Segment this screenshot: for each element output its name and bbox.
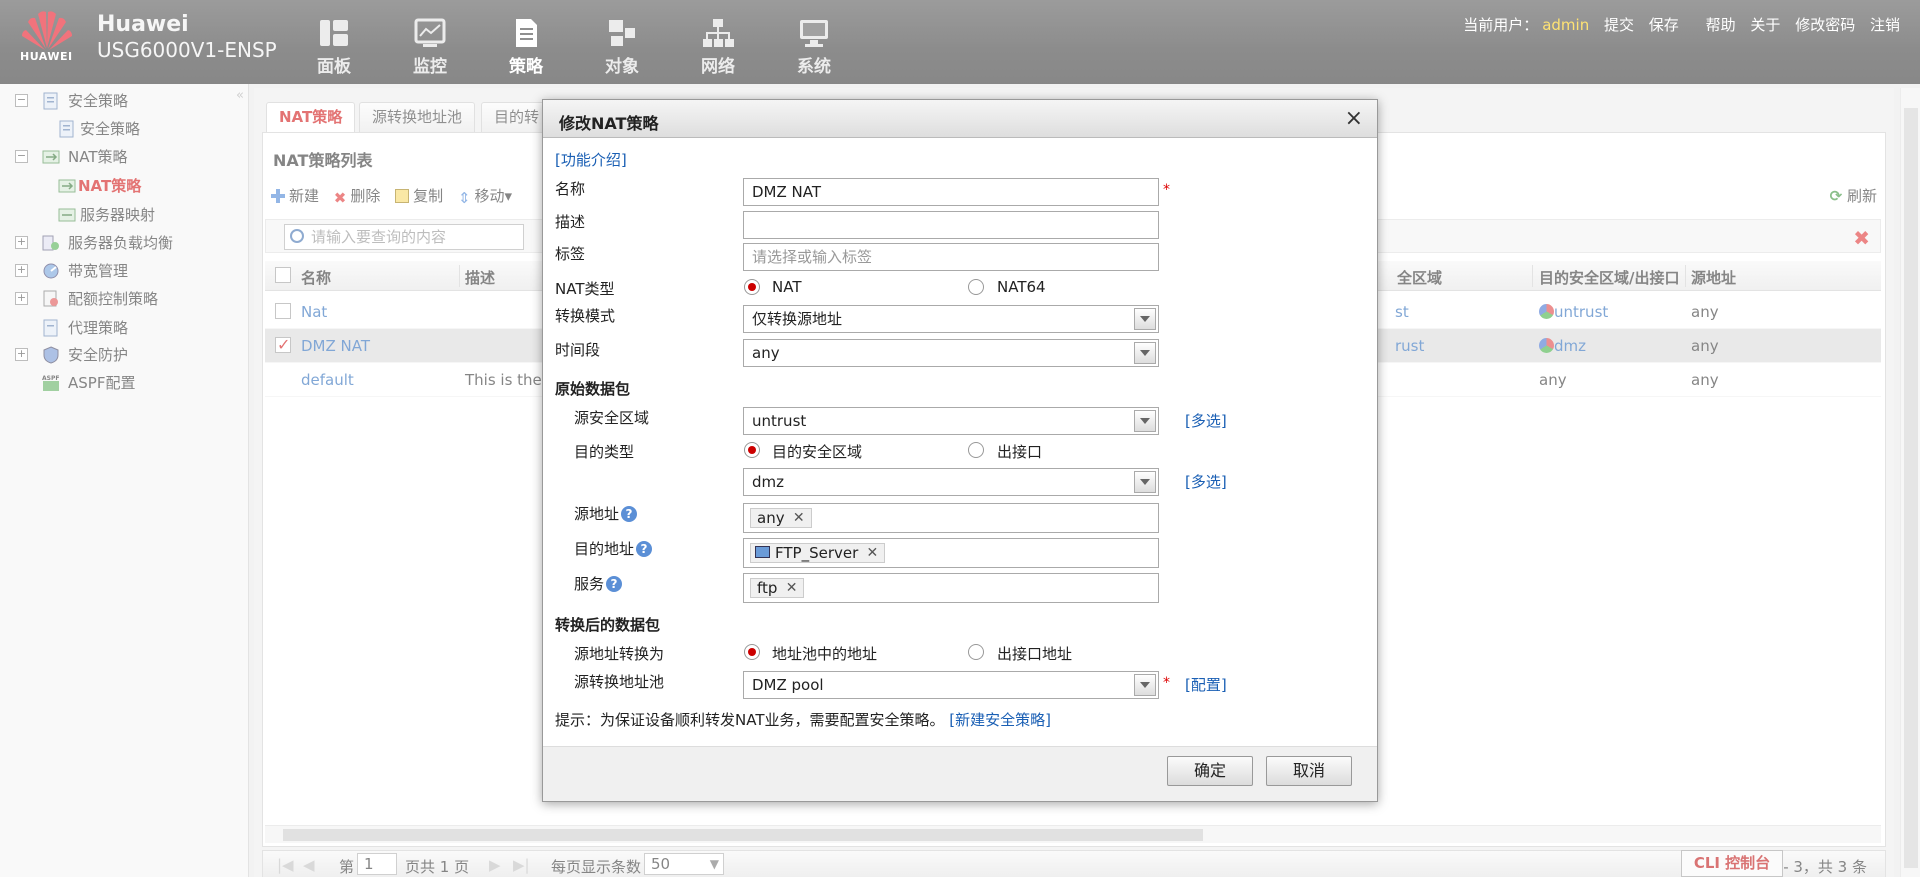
translate-interface-radio[interactable] xyxy=(968,644,984,660)
dst-type-label: 目的类型 xyxy=(574,443,635,461)
nat-type-nat64-label: NAT64 xyxy=(997,278,1046,296)
name-label: 名称 xyxy=(555,180,586,198)
mode-value: 仅转换源地址 xyxy=(752,310,843,328)
nat-type-nat-label: NAT xyxy=(772,278,802,296)
tag-label: 标签 xyxy=(555,245,586,263)
service-tag: ftp ✕ xyxy=(750,578,805,598)
tag-text: any xyxy=(757,509,785,527)
service-label-text: 服务 xyxy=(574,575,605,593)
desc-field[interactable] xyxy=(743,211,1159,239)
src-addr-tag: any ✕ xyxy=(750,508,812,528)
dst-type-zone-radio[interactable] xyxy=(744,442,760,458)
ok-button[interactable]: 确定 xyxy=(1167,756,1253,786)
hint-text: 提示：为保证设备顺利转发NAT业务，需要配置安全策略。 [新建安全策略] xyxy=(555,709,1051,730)
pool-config-link[interactable]: [配置] xyxy=(1185,674,1227,695)
tag-field[interactable]: 请选择或输入标签 xyxy=(743,243,1159,271)
time-select[interactable]: any xyxy=(743,339,1159,367)
src-zone-multi-link[interactable]: [多选] xyxy=(1185,410,1227,431)
post-packet-section: 转换后的数据包 xyxy=(555,616,661,634)
src-zone-value: untrust xyxy=(752,412,807,430)
help-icon[interactable]: ? xyxy=(621,506,638,522)
time-value: any xyxy=(752,344,780,362)
chevron-down-icon xyxy=(1134,471,1156,493)
help-icon[interactable]: ? xyxy=(606,576,623,592)
new-security-policy-link[interactable]: [新建安全策略] xyxy=(949,711,1051,729)
hint-message: 提示：为保证设备顺利转发NAT业务，需要配置安全策略。 xyxy=(555,711,945,729)
mode-select[interactable]: 仅转换源地址 xyxy=(743,305,1159,333)
dst-zone-multi-link[interactable]: [多选] xyxy=(1185,471,1227,492)
dst-addr-label: 目的地址? xyxy=(574,538,653,559)
orig-packet-section: 原始数据包 xyxy=(555,380,631,398)
cancel-button[interactable]: 取消 xyxy=(1266,756,1352,786)
dst-addr-field[interactable]: FTP_Server ✕ xyxy=(743,538,1159,568)
translate-pool-radio[interactable] xyxy=(744,644,760,660)
desc-label: 描述 xyxy=(555,213,586,231)
service-label: 服务? xyxy=(574,573,623,594)
src-addr-label: 源地址? xyxy=(574,503,638,524)
required-mark: * xyxy=(1163,182,1170,198)
nat-type-label: NAT类型 xyxy=(555,280,615,298)
dialog-titlebar: 修改NAT策略 × xyxy=(543,100,1377,138)
dst-type-interface-label: 出接口 xyxy=(997,443,1043,461)
chevron-down-icon xyxy=(1134,410,1156,432)
chevron-down-icon xyxy=(1134,674,1156,696)
time-label: 时间段 xyxy=(555,341,601,359)
pool-label: 源转换地址池 xyxy=(574,673,665,691)
tag-text: ftp xyxy=(757,579,778,597)
remove-tag-icon[interactable]: ✕ xyxy=(867,544,879,562)
chevron-down-icon xyxy=(1134,308,1156,330)
close-icon[interactable]: × xyxy=(1345,106,1363,131)
dst-addr-tag: FTP_Server ✕ xyxy=(750,543,886,563)
mode-label: 转换模式 xyxy=(555,307,616,325)
remove-tag-icon[interactable]: ✕ xyxy=(793,509,805,527)
dst-type-interface-radio[interactable] xyxy=(968,442,984,458)
src-addr-label-text: 源地址 xyxy=(574,505,620,523)
nat-type-nat64-radio[interactable] xyxy=(968,279,984,295)
dst-zone-value: dmz xyxy=(752,473,785,491)
required-mark: * xyxy=(1163,675,1170,691)
name-field[interactable]: DMZ NAT xyxy=(743,178,1159,206)
help-icon[interactable]: ? xyxy=(636,541,653,557)
src-zone-select[interactable]: untrust xyxy=(743,407,1159,435)
translate-interface-label: 出接口地址 xyxy=(997,645,1073,663)
src-addr-field[interactable]: any ✕ xyxy=(743,503,1159,533)
dst-zone-select[interactable]: dmz xyxy=(743,468,1159,496)
dst-type-zone-label: 目的安全区域 xyxy=(772,443,863,461)
tag-text: FTP_Server xyxy=(775,544,859,562)
dialog-title: 修改NAT策略 xyxy=(559,114,659,133)
edit-nat-policy-dialog: 修改NAT策略 × [功能介绍] 名称 DMZ NAT * 描述 标签 请选择或… xyxy=(542,99,1378,802)
pool-value: DMZ pool xyxy=(752,676,824,694)
service-field[interactable]: ftp ✕ xyxy=(743,573,1159,603)
nat-type-nat-radio[interactable] xyxy=(744,279,760,295)
chevron-down-icon xyxy=(1134,342,1156,364)
translate-pool-label: 地址池中的地址 xyxy=(772,645,878,663)
pool-select[interactable]: DMZ pool xyxy=(743,671,1159,699)
src-zone-label: 源安全区域 xyxy=(574,409,650,427)
src-translate-label: 源地址转换为 xyxy=(574,645,665,663)
dst-addr-label-text: 目的地址 xyxy=(574,540,635,558)
server-icon xyxy=(755,546,770,558)
intro-link[interactable]: [功能介绍] xyxy=(555,149,627,170)
remove-tag-icon[interactable]: ✕ xyxy=(786,579,798,597)
